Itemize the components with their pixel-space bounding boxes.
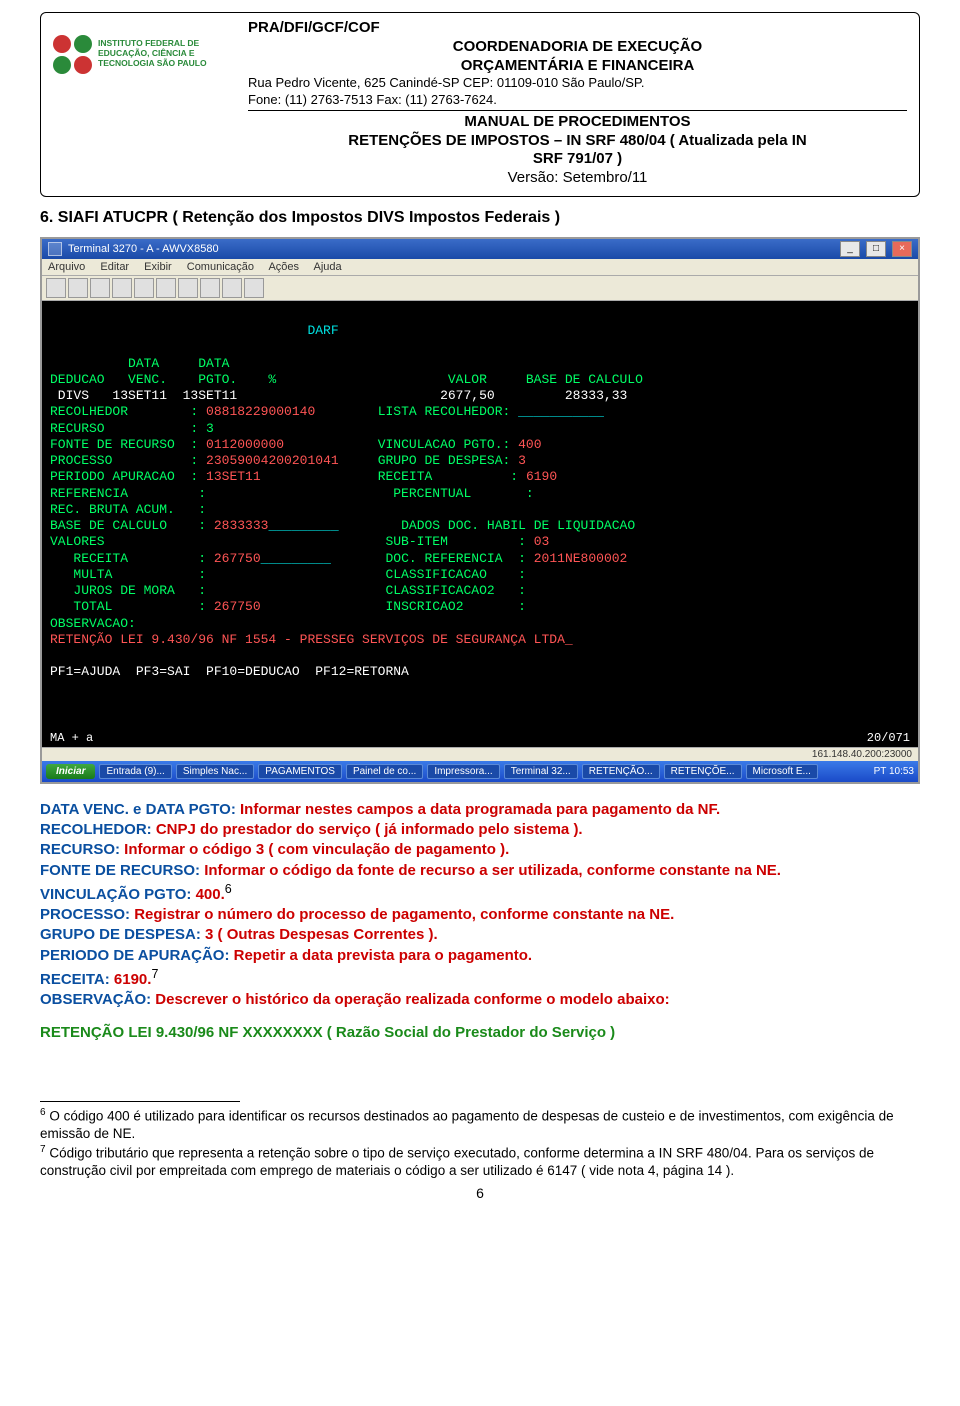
- field-label: RECEITA:: [40, 971, 114, 988]
- phone: Fone: (11) 2763-7513 Fax: (11) 2763-7624…: [248, 92, 907, 108]
- cursor-pos: 20/071: [867, 731, 910, 745]
- field-text: Informar nestes campos a data programada…: [240, 801, 720, 818]
- row-head: DEDUCAO VENC. PGTO. % VALOR BASE DE CALC…: [50, 372, 643, 387]
- footnote-ref-7: 7: [151, 967, 158, 981]
- pf-keys: PF1=AJUDA PF3=SAI PF10=DEDUCAO PF12=RETO…: [50, 664, 409, 679]
- section-heading: 6. SIAFI ATUCPR ( Retenção dos Impostos …: [40, 209, 920, 227]
- col-head: DATA DATA: [50, 356, 229, 371]
- task-item[interactable]: RETENÇÕE...: [664, 764, 742, 779]
- terminal-statusbar: MA + a 20/071: [42, 729, 918, 747]
- windows-taskbar[interactable]: Iniciar Entrada (9)... Simples Nac... PA…: [42, 761, 918, 782]
- toolbar-btn[interactable]: [68, 278, 88, 298]
- terminal-screen[interactable]: DARF DATA DATA DEDUCAO VENC. PGTO. % VAL…: [42, 301, 918, 729]
- field-text: Registrar o número do processo de pagame…: [134, 906, 674, 923]
- terminal-menubar[interactable]: Arquivo Editar Exibir Comunicação Ações …: [42, 259, 918, 276]
- status-left: MA + a: [50, 731, 93, 745]
- field-label: RECOLHEDOR:: [40, 821, 156, 838]
- field-text: 6190.: [114, 971, 152, 988]
- task-item[interactable]: PAGAMENTOS: [258, 764, 342, 779]
- document-header: INSTITUTO FEDERAL DE EDUCAÇÃO, CIÊNCIA E…: [40, 12, 920, 197]
- toolbar-btn[interactable]: [112, 278, 132, 298]
- task-item[interactable]: Terminal 32...: [504, 764, 578, 779]
- menu-comunicacao[interactable]: Comunicação: [187, 261, 254, 273]
- field-text: 400.: [196, 886, 225, 903]
- toolbar-btn[interactable]: [200, 278, 220, 298]
- manual-sub1: RETENÇÕES DE IMPOSTOS – IN SRF 480/04 ( …: [248, 132, 907, 151]
- maximize-button[interactable]: □: [866, 241, 886, 257]
- observation-text: RETENÇÃO LEI 9.430/96 NF 1554 - PRESSEG …: [50, 632, 573, 647]
- toolbar-btn[interactable]: [156, 278, 176, 298]
- close-button[interactable]: ×: [892, 241, 912, 257]
- field-text: Informar o código 3 ( com vinculação de …: [124, 841, 509, 858]
- field-label: DATA VENC. e DATA PGTO:: [40, 801, 240, 818]
- window-title: Terminal 3270 - A - AWVX8580: [68, 243, 219, 255]
- address: Rua Pedro Vicente, 625 Canindé-SP CEP: 0…: [248, 75, 907, 91]
- field-label: FONTE DE RECURSO:: [40, 862, 204, 879]
- field-text: Informar o código da fonte de recurso a …: [204, 862, 781, 879]
- field-label: PERIODO DE APURAÇÃO:: [40, 947, 234, 964]
- task-item[interactable]: Entrada (9)...: [99, 764, 171, 779]
- minimize-button[interactable]: _: [840, 241, 860, 257]
- field-label: OBSERVAÇÃO:: [40, 991, 155, 1008]
- row-divs: DIVS 13SET11 13SET11 2677,50 28333,33: [50, 388, 627, 403]
- footnote-6: O código 400 é utilizado para identifica…: [40, 1109, 894, 1142]
- version: Versão: Setembro/11: [248, 169, 907, 188]
- retention-template: RETENÇÃO LEI 9.430/96 NF XXXXXXXX ( Razã…: [40, 1024, 920, 1041]
- menu-editar[interactable]: Editar: [100, 261, 129, 273]
- toolbar-btn[interactable]: [90, 278, 110, 298]
- page-number: 6: [40, 1185, 920, 1201]
- toolbar-btn[interactable]: [244, 278, 264, 298]
- logo-caption: INSTITUTO FEDERAL DE EDUCAÇÃO, CIÊNCIA E…: [98, 35, 228, 68]
- field-text: CNPJ do prestador do serviço ( já inform…: [156, 821, 583, 838]
- terminal-window: Terminal 3270 - A - AWVX8580 _ □ × Arqui…: [40, 237, 920, 784]
- institution-logo: INSTITUTO FEDERAL DE EDUCAÇÃO, CIÊNCIA E…: [53, 19, 228, 188]
- terminal-titlebar[interactable]: Terminal 3270 - A - AWVX8580 _ □ ×: [42, 239, 918, 259]
- menu-exibir[interactable]: Exibir: [144, 261, 172, 273]
- coord-line1: COORDENADORIA DE EXECUÇÃO: [248, 38, 907, 57]
- field-text: Repetir a data prevista para o pagamento…: [234, 947, 532, 964]
- toolbar-btn[interactable]: [46, 278, 66, 298]
- toolbar-btn[interactable]: [134, 278, 154, 298]
- menu-ajuda[interactable]: Ajuda: [314, 261, 342, 273]
- task-item[interactable]: Impressora...: [427, 764, 499, 779]
- coord-line2: ORÇAMENTÁRIA E FINANCEIRA: [248, 57, 907, 76]
- manual-sub2: SRF 791/07 ): [248, 150, 907, 169]
- toolbar-btn[interactable]: [222, 278, 242, 298]
- field-label: VINCULAÇÃO PGTO:: [40, 886, 196, 903]
- field-label: GRUPO DE DESPESA:: [40, 926, 205, 943]
- menu-acoes[interactable]: Ações: [268, 261, 299, 273]
- task-item[interactable]: RETENÇÃO...: [582, 764, 660, 779]
- start-button[interactable]: Iniciar: [46, 764, 95, 779]
- field-label: PROCESSO:: [40, 906, 134, 923]
- field-text: 3 ( Outras Despesas Correntes ).: [205, 926, 438, 943]
- toolbar-btn[interactable]: [178, 278, 198, 298]
- taskbar-clock: PT 10:53: [874, 766, 914, 777]
- breadcrumb: PRA/DFI/GCF/COF: [248, 19, 907, 38]
- field-text: Descrever o histórico da operação realiz…: [155, 991, 669, 1008]
- terminal-toolbar[interactable]: [42, 276, 918, 301]
- terminal-ipbar: 161.148.40.200:23000: [42, 747, 918, 761]
- footnote-7: Código tributário que representa a reten…: [40, 1145, 874, 1178]
- task-item[interactable]: Microsoft E...: [746, 764, 818, 779]
- app-icon: [48, 242, 62, 256]
- field-label: RECURSO:: [40, 841, 124, 858]
- footnotes: 6 O código 400 é utilizado para identifi…: [40, 1106, 920, 1179]
- footnote-ref-6: 6: [225, 882, 232, 896]
- menu-arquivo[interactable]: Arquivo: [48, 261, 85, 273]
- task-item[interactable]: Painel de co...: [346, 764, 423, 779]
- task-item[interactable]: Simples Nac...: [176, 764, 254, 779]
- instruction-list: DATA VENC. e DATA PGTO: Informar nestes …: [40, 800, 920, 1011]
- footnote-separator: [40, 1101, 240, 1102]
- manual-title: MANUAL DE PROCEDIMENTOS: [248, 113, 907, 132]
